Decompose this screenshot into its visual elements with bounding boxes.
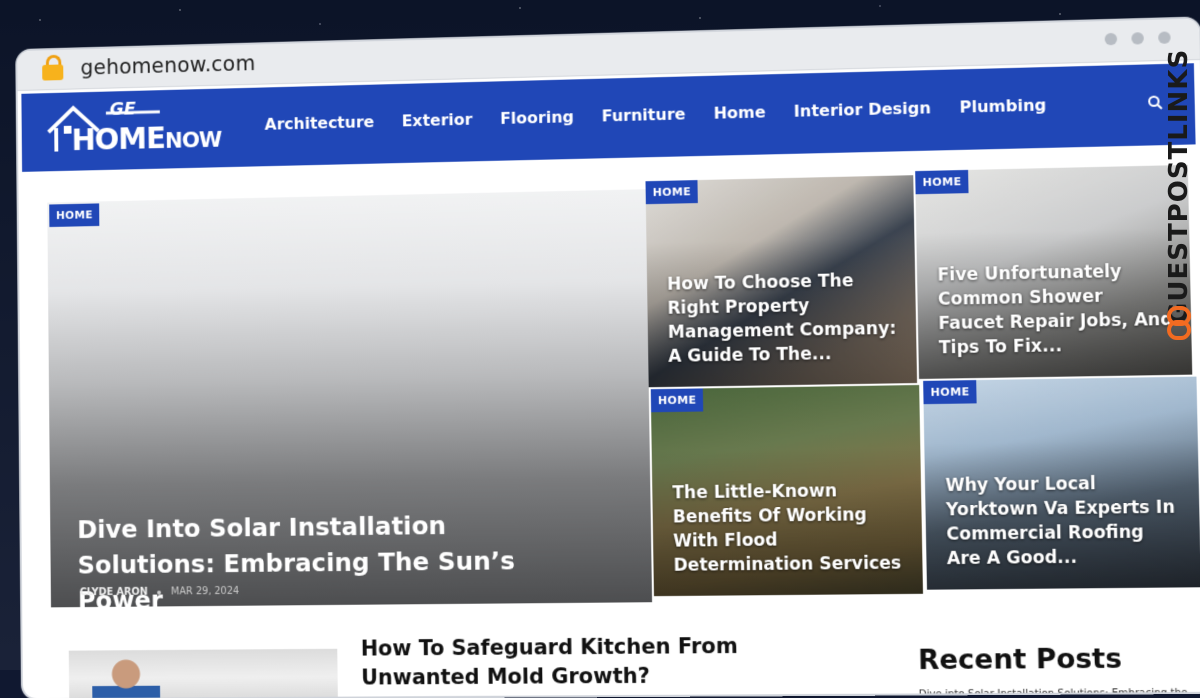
logo-wordmark: HOMENOW [71, 121, 222, 159]
menu-home[interactable]: Home [713, 102, 765, 122]
category-badge[interactable]: HOME [49, 203, 100, 228]
hero-post[interactable]: HOME Dive Into Solar Installation Soluti… [47, 189, 653, 615]
link-icon [1167, 306, 1191, 340]
meta-separator [157, 590, 162, 595]
watermark: GUESTPOSTLINKS [1156, 48, 1200, 356]
menu-exterior[interactable]: Exterior [402, 110, 473, 131]
card-title[interactable]: How To Choose The Right Property Managem… [667, 268, 901, 369]
window-dot-icon[interactable] [1158, 31, 1171, 44]
menu-flooring[interactable]: Flooring [500, 107, 574, 128]
thumbnail-image [91, 655, 161, 698]
card-title[interactable]: Five Unfortunately Common Shower Faucet … [937, 259, 1175, 361]
logo-ge: GE [109, 98, 136, 120]
menu-plumbing[interactable]: Plumbing [959, 95, 1046, 116]
category-badge[interactable]: HOME [645, 180, 699, 205]
hero-title[interactable]: Dive Into Solar Installation Solutions: … [77, 506, 588, 619]
watermark-text: GUESTPOSTLINKS [1164, 48, 1194, 324]
menu-interior-design[interactable]: Interior Design [794, 98, 932, 120]
url-text[interactable]: gehomenow.com [80, 51, 255, 79]
category-badge[interactable]: HOME [923, 380, 977, 405]
site-logo[interactable]: HOMENOW GE [44, 98, 237, 162]
main-menu: Architecture Exterior Flooring Furniture… [264, 95, 1046, 133]
featured-card[interactable]: HOME Why Your Local Yorktown Va Experts … [923, 376, 1200, 590]
window-dot-icon[interactable] [1104, 32, 1118, 46]
window-controls [1104, 31, 1171, 46]
category-badge[interactable]: HOME [650, 388, 704, 413]
screenshot-stage: gehomenow.com HOMENOW GE Architecture Ex… [11, 0, 1200, 698]
card-title[interactable]: The Little-Known Benefits Of Working Wit… [672, 478, 906, 578]
main-content: HOME Dive Into Solar Installation Soluti… [18, 148, 1200, 698]
featured-card[interactable]: HOME How To Choose The Right Property Ma… [645, 175, 918, 388]
recent-posts-heading: Recent Posts [917, 643, 1123, 677]
window-dot-icon[interactable] [1131, 32, 1144, 45]
menu-furniture[interactable]: Furniture [602, 104, 686, 125]
post-title[interactable]: How To Safeguard Kitchen From Unwanted M… [361, 631, 862, 693]
recent-post-link[interactable]: Dive into Solar Installation Solutions: … [919, 688, 1200, 698]
card-title[interactable]: Why Your Local Yorktown Va Experts In Co… [945, 471, 1184, 571]
featured-card[interactable]: HOME The Little-Known Benefits Of Workin… [650, 385, 924, 597]
menu-architecture[interactable]: Architecture [264, 112, 374, 133]
browser-window: gehomenow.com HOMENOW GE Architecture Ex… [17, 18, 1200, 698]
category-badge[interactable]: HOME [915, 169, 969, 195]
post-author[interactable]: CLYDE ARON [80, 587, 148, 598]
post-date: MAR 29, 2024 [170, 585, 240, 598]
featured-card[interactable]: HOME Five Unfortunately Common Shower Fa… [915, 164, 1193, 379]
hero-meta: CLYDE ARON MAR 29, 2024 [80, 586, 240, 598]
lock-icon [42, 54, 64, 81]
post-thumbnail[interactable] [68, 648, 339, 698]
